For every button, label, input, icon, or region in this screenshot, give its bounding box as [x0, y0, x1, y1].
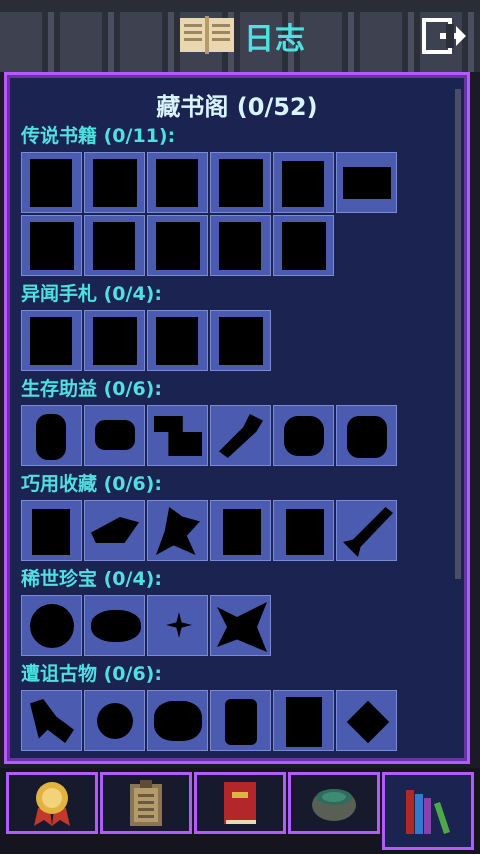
item-grid-survival-aids — [21, 405, 457, 466]
item-grid-legendary-books — [21, 152, 457, 276]
item-slot[interactable] — [273, 152, 334, 213]
item-slot[interactable] — [84, 690, 145, 751]
bookshelf-icon — [406, 790, 450, 834]
catalog-panel: 藏书阁 (0/52) 传说书籍 (0/11): 异闻手札 (0/4): 生存助益… — [4, 72, 470, 764]
item-slot[interactable] — [21, 405, 82, 466]
item-slot[interactable] — [210, 690, 271, 751]
category-label-strange-notes: 异闻手札 (0/4): — [21, 283, 162, 305]
item-slot[interactable] — [336, 405, 397, 466]
panel-title: 藏书阁 (0/52) — [156, 93, 318, 121]
item-slot[interactable] — [273, 500, 334, 561]
bottom-tab-bar — [0, 768, 480, 854]
item-slot[interactable] — [21, 595, 82, 656]
item-slot[interactable] — [210, 152, 271, 213]
item-grid-strange-notes — [21, 310, 457, 371]
category-label-cursed-relics: 遭诅古物 (0/6): — [21, 663, 162, 685]
item-slot[interactable] — [336, 152, 397, 213]
item-slot[interactable] — [21, 690, 82, 751]
item-slot[interactable] — [84, 310, 145, 371]
item-slot[interactable] — [147, 690, 208, 751]
item-slot[interactable] — [336, 500, 397, 561]
item-slot[interactable] — [84, 500, 145, 561]
item-slot[interactable] — [84, 595, 145, 656]
item-slot[interactable] — [210, 595, 271, 656]
medal-icon — [34, 782, 70, 826]
item-slot[interactable] — [84, 215, 145, 276]
journal-book-icon — [180, 16, 234, 54]
item-slot[interactable] — [336, 690, 397, 751]
item-slot[interactable] — [147, 595, 208, 656]
cauldron-icon — [312, 789, 356, 821]
category-label-survival-aids: 生存助益 (0/6): — [21, 378, 162, 400]
item-slot[interactable] — [21, 152, 82, 213]
item-slot[interactable] — [273, 690, 334, 751]
category-label-handy-collection: 巧用收藏 (0/6): — [21, 473, 162, 495]
item-slot[interactable] — [147, 215, 208, 276]
header-bar — [0, 0, 480, 72]
category-label-legendary-books: 传说书籍 (0/11): — [21, 125, 176, 147]
item-slot[interactable] — [210, 310, 271, 371]
tab-badges[interactable] — [6, 772, 98, 834]
tab-guide[interactable] — [194, 772, 286, 834]
item-slot[interactable] — [84, 405, 145, 466]
page-title: 日志 — [244, 22, 306, 57]
tab-alchemy[interactable] — [288, 772, 380, 834]
item-grid-cursed-relics — [21, 690, 457, 751]
item-slot[interactable] — [84, 152, 145, 213]
item-slot[interactable] — [21, 310, 82, 371]
item-slot[interactable] — [147, 310, 208, 371]
exit-icon[interactable] — [420, 16, 468, 56]
item-slot[interactable] — [273, 215, 334, 276]
item-slot[interactable] — [210, 500, 271, 561]
item-slot[interactable] — [273, 405, 334, 466]
item-slot[interactable] — [21, 500, 82, 561]
item-slot[interactable] — [210, 405, 271, 466]
item-grid-rare-treasures — [21, 595, 457, 656]
tab-notes[interactable] — [100, 772, 192, 834]
category-label-rare-treasures: 稀世珍宝 (0/4): — [21, 568, 162, 590]
item-slot[interactable] — [147, 500, 208, 561]
tab-library[interactable] — [382, 772, 474, 850]
item-slot[interactable] — [21, 215, 82, 276]
red-book-icon — [224, 782, 256, 824]
item-grid-handy-collection — [21, 500, 457, 561]
item-slot[interactable] — [147, 405, 208, 466]
clipboard-icon — [130, 780, 162, 826]
item-slot[interactable] — [210, 215, 271, 276]
item-slot[interactable] — [147, 152, 208, 213]
